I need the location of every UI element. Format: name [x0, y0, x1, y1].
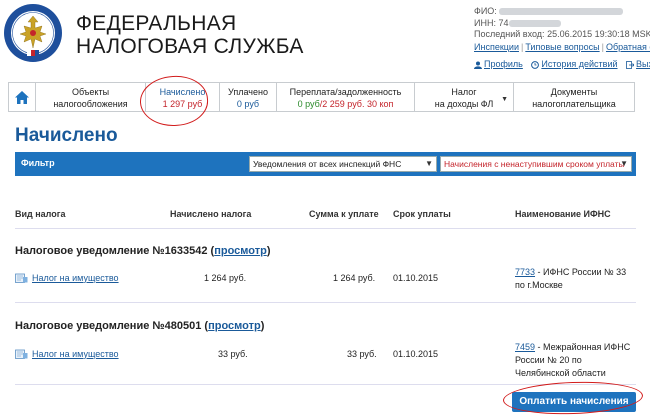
filter-label: Фильтр [21, 158, 55, 168]
last-login-label: Последний вход: [474, 29, 545, 39]
table-row: Налог на имущество [15, 272, 119, 283]
accrued-value: 33 руб. [218, 349, 248, 359]
tab-ndfl-line2: на доходы ФЛ [434, 99, 494, 109]
history-link[interactable]: История действий [531, 59, 618, 71]
tab-overpay-label: Переплата/задолженность [289, 87, 402, 97]
tax-type-link[interactable]: Налог на имущество [15, 348, 119, 359]
tab-documents-line2: налогоплательщика [532, 99, 616, 109]
period-filter-value: Начисления с ненаступившим сроком уплаты [444, 159, 625, 169]
tab-paid-label: Уплачено [228, 87, 268, 97]
inn-redacted [508, 19, 561, 27]
logout-link[interactable]: Выход [626, 59, 650, 71]
filter-bar: Фильтр Уведомления от всех инспекций ФНС… [15, 152, 636, 176]
due-date-value: 01.10.2015 [393, 273, 439, 283]
top-links: Инспекции|Типовые вопросы|Обратная связь [474, 42, 650, 54]
chevron-down-icon: ▼ [620, 159, 628, 168]
divider [15, 302, 636, 303]
col-header-tax-type: Вид налога [15, 209, 66, 219]
property-tax-icon [15, 273, 28, 283]
fio-label: ФИО: [474, 6, 497, 16]
notice-title: Налоговое уведомление №480501 [15, 320, 202, 332]
clock-icon [531, 60, 540, 69]
ifns-code-link[interactable]: 7733 [515, 267, 535, 277]
table-row: Налог на имущество [15, 348, 119, 359]
col-header-to-pay: Сумма к уплате [309, 209, 379, 219]
tab-overpay-debt[interactable]: Переплата/задолженность 0 руб/2 259 руб.… [277, 83, 415, 111]
period-filter-select[interactable]: Начисления с ненаступившим сроком уплаты… [440, 156, 632, 172]
accrued-value: 1 264 руб. [204, 273, 247, 283]
last-login-row: Последний вход: 25.06.2015 19:30:18 MSK [474, 29, 650, 41]
tab-paid-amount: 0 руб [236, 99, 260, 109]
tab-ndfl[interactable]: Налог на доходы ФЛ ▼ [415, 83, 514, 111]
tab-paid[interactable]: Уплачено 0 руб [220, 83, 277, 111]
ifns-line2: России № 20 по [515, 355, 582, 365]
page-title: Начислено [15, 125, 118, 146]
inn-value: 74 [498, 17, 509, 28]
to-pay-value: 1 264 руб. [333, 273, 376, 283]
brand-line-2: НАЛОГОВАЯ СЛУЖБА [76, 35, 304, 58]
profile-label: Профиль [484, 59, 523, 69]
brand-line-1: ФЕДЕРАЛЬНАЯ [76, 12, 237, 35]
col-header-ifns: Наименование ИФНС [515, 209, 611, 219]
logout-icon [626, 60, 635, 69]
ifns-name: 7733 - ИФНС России № 33 по г.Москве [515, 266, 626, 292]
tab-objects[interactable]: Объекты налогообложения [36, 83, 146, 111]
brand-title: ФЕДЕРАЛЬНАЯ НАЛОГОВАЯ СЛУЖБА [76, 12, 304, 58]
ifns-line2: по г.Москве [515, 280, 563, 290]
tab-documents-line1: Документы [550, 87, 598, 97]
chevron-down-icon: ▼ [425, 159, 433, 168]
to-pay-value: 33 руб. [347, 349, 377, 359]
inn-label: ИНН: [474, 17, 496, 28]
logout-label: Выход [636, 59, 650, 69]
ifns-line3: Челябинской области [515, 368, 606, 378]
home-icon [15, 90, 29, 104]
history-label: История действий [541, 59, 618, 69]
tax-type-label: Налог на имущество [32, 348, 119, 359]
ifns-code-link[interactable]: 7459 [515, 342, 535, 352]
link-feedback[interactable]: Обратная связь [606, 42, 650, 52]
fio-row: ФИО: [474, 6, 650, 18]
main-tabs: Объекты налогообложения Начислено 1 297 … [8, 82, 635, 112]
notice-header: Налоговое уведомление №1633542 (просмотр… [15, 245, 271, 257]
property-tax-icon [15, 349, 28, 359]
tax-type-label: Налог на имущество [32, 272, 119, 283]
account-info: ФИО: ИНН: 74 Последний вход: 25.06.2015 … [474, 6, 650, 71]
tab-overpay-amount: 0 руб [297, 99, 320, 109]
tab-objects-line2: налогообложения [53, 99, 128, 109]
tab-ndfl-line1: Налог [451, 87, 477, 97]
profile-link[interactable]: Профиль [474, 59, 523, 71]
tax-type-link[interactable]: Налог на имущество [15, 272, 119, 283]
inspection-filter-value: Уведомления от всех инспекций ФНС [253, 159, 402, 169]
notice-view-link[interactable]: просмотр [214, 245, 267, 257]
fio-redacted [499, 8, 624, 16]
notice-view-link[interactable]: просмотр [208, 320, 261, 332]
ifns-line1: - Межрайонная ИФНС [535, 342, 631, 352]
user-links: Профиль История действий Выход [474, 59, 650, 71]
notice-header: Налоговое уведомление №480501 (просмотр) [15, 320, 265, 332]
link-inspections[interactable]: Инспекции [474, 42, 519, 52]
ifns-line1: - ИФНС России № 33 [535, 267, 627, 277]
due-date-value: 01.10.2015 [393, 349, 439, 359]
inspection-filter-select[interactable]: Уведомления от всех инспекций ФНС ▼ [249, 156, 437, 172]
tab-objects-line1: Объекты [71, 87, 110, 97]
divider [15, 228, 636, 229]
link-faq[interactable]: Типовые вопросы [525, 42, 599, 52]
col-header-due-date: Срок уплаты [393, 209, 451, 219]
col-header-accrued: Начислено налога [170, 209, 252, 219]
last-login-value: 25.06.2015 19:30:18 MSK [547, 29, 650, 39]
tab-home[interactable] [9, 83, 36, 111]
tab-documents[interactable]: Документы налогоплательщика [514, 83, 634, 111]
ifns-name: 7459 - Межрайонная ИФНС России № 20 по Ч… [515, 341, 630, 380]
inn-row: ИНН: 74 [474, 18, 650, 30]
fns-emblem-logo [4, 4, 62, 62]
notice-title: Налоговое уведомление №1633542 [15, 245, 208, 257]
chevron-down-icon: ▼ [501, 96, 508, 103]
tab-debt-amount: /2 259 руб. 30 коп [319, 99, 394, 109]
user-icon [474, 61, 482, 69]
